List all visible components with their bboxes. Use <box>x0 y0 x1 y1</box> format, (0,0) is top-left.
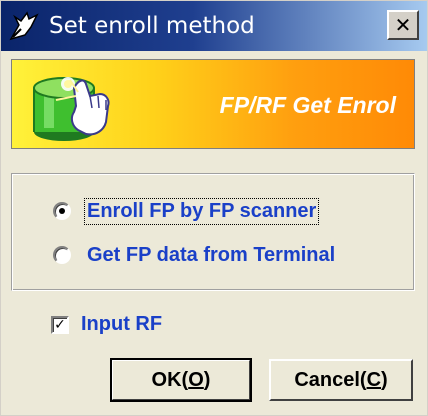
option-get-from-terminal[interactable]: Get FP data from Terminal <box>53 241 337 269</box>
input-rf-checkbox[interactable]: ✓ <box>51 315 69 334</box>
input-rf-label[interactable]: Input RF <box>81 313 162 336</box>
option-label-get-from-terminal[interactable]: Get FP data from Terminal <box>85 243 337 268</box>
option-label-enroll-by-scanner[interactable]: Enroll FP by FP scanner <box>83 197 320 225</box>
ok-text: OK( <box>151 368 189 391</box>
database-finger-icon <box>33 77 110 141</box>
ok-suffix: ) <box>203 368 211 391</box>
radio-enroll-by-scanner[interactable] <box>53 202 71 220</box>
cancel-text: Cancel( <box>294 368 367 391</box>
option-enroll-by-scanner[interactable]: Enroll FP by FP scanner <box>53 197 320 225</box>
radio-get-from-terminal[interactable] <box>53 246 71 264</box>
input-rf-row[interactable]: ✓ Input RF <box>51 313 162 336</box>
close-button[interactable]: ✕ <box>387 10 419 40</box>
checkmark-icon: ✓ <box>54 316 66 333</box>
close-icon: ✕ <box>394 13 412 37</box>
window-title: Set enroll method <box>49 13 255 39</box>
ok-button[interactable]: OK(O) <box>110 358 252 402</box>
cancel-accel-key: C <box>366 368 382 391</box>
dialog-window: Set enroll method ✕ FP/RF Get Enrol Enro… <box>0 0 428 416</box>
cancel-button[interactable]: Cancel(C) <box>269 359 413 401</box>
ok-accel-key: O <box>188 368 204 391</box>
enroll-method-group <box>11 173 415 291</box>
title-bar[interactable]: Set enroll method ✕ <box>1 1 427 51</box>
app-hand-icon <box>9 11 39 41</box>
cancel-suffix: ) <box>381 368 388 391</box>
header-banner: FP/RF Get Enrol <box>11 59 415 149</box>
banner-title: FP/RF Get Enrol <box>219 92 396 118</box>
